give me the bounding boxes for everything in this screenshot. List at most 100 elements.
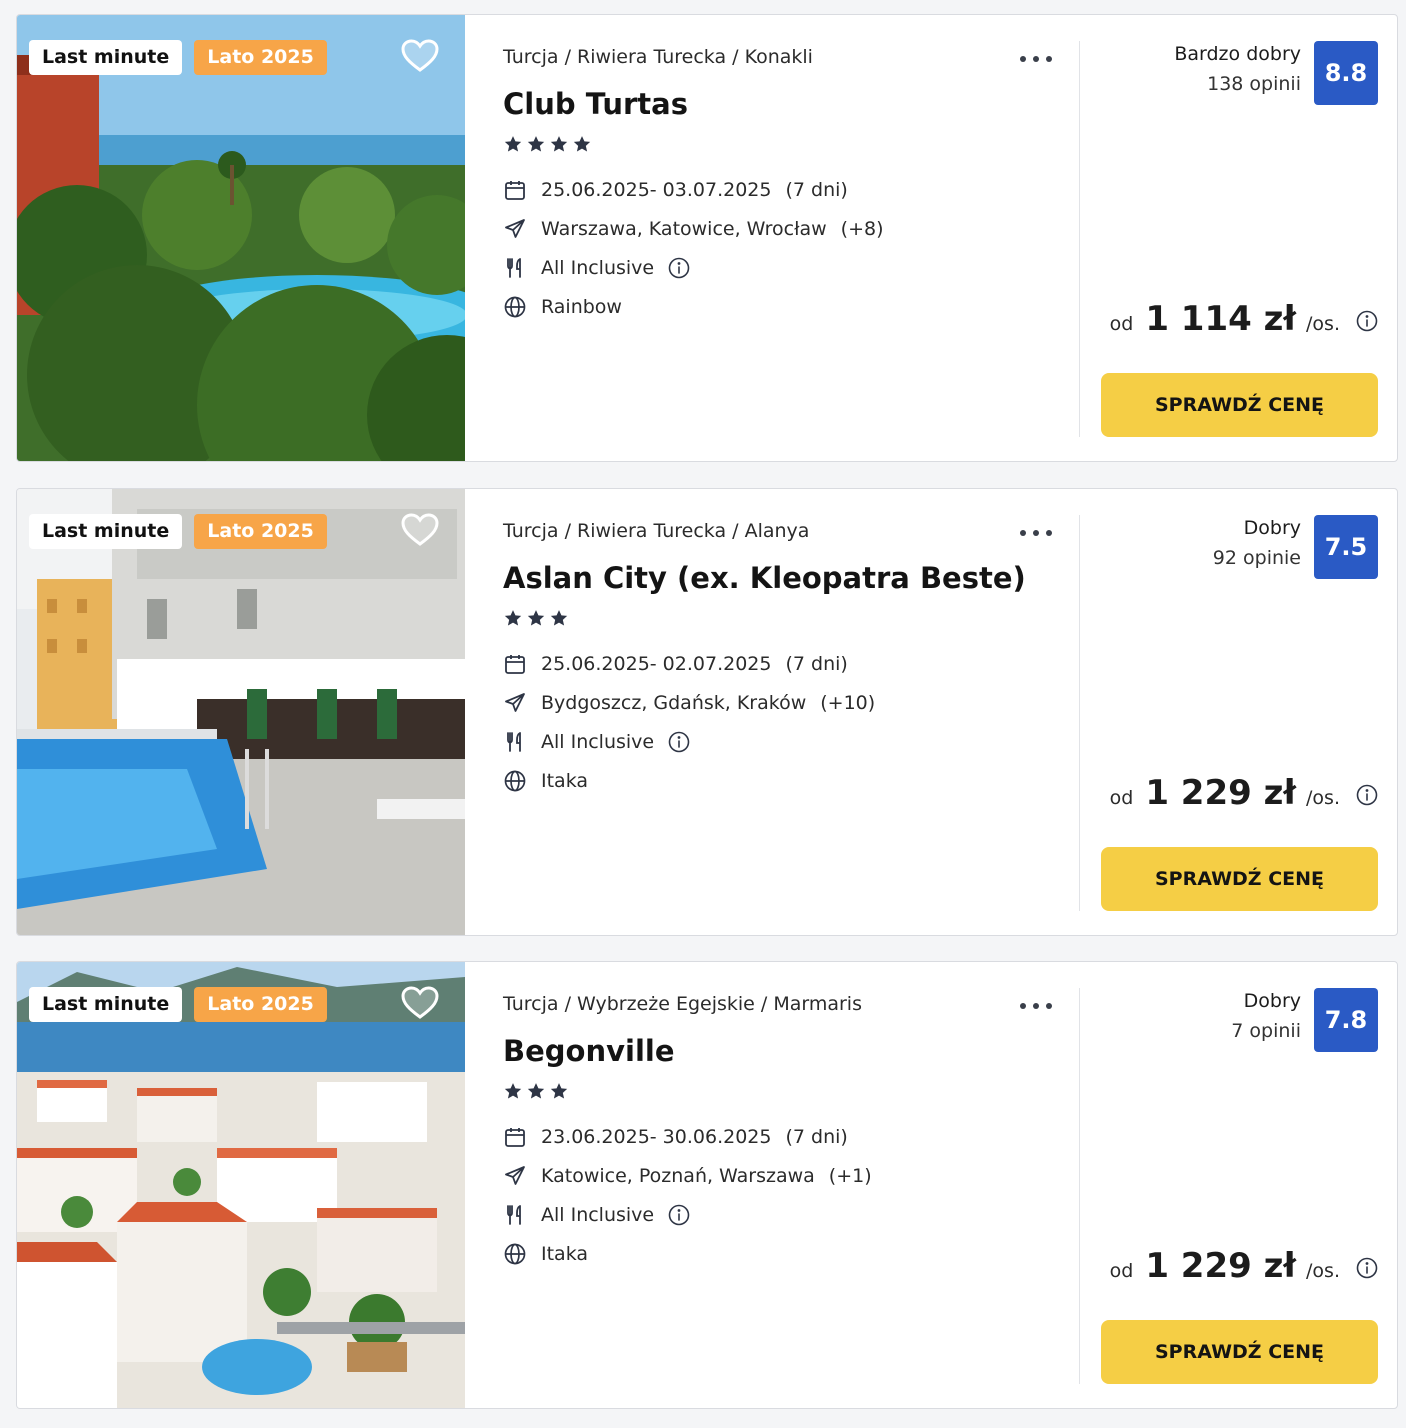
hotel-name[interactable]: Begonville [503,1034,675,1068]
more-dots-icon[interactable] [1018,994,1054,1016]
last-minute-badge: Last minute [29,987,183,1022]
info-icon[interactable] [668,257,690,279]
hotel-name[interactable]: Club Turtas [503,87,688,121]
departure-cities: Katowice, Poznań, Warszawa [541,1165,815,1187]
check-price-button[interactable]: SPRAWDŹ CENĘ [1101,1320,1378,1384]
globe-icon [503,769,527,793]
offer-card[interactable]: Last minute Lato 2025 Turcja / Wybrzeże … [16,961,1398,1409]
check-price-button[interactable]: SPRAWDŹ CENĘ [1101,373,1378,437]
cutlery-icon [503,730,527,754]
board-row: All Inclusive [503,1201,690,1229]
location-breadcrumb[interactable]: Turcja / Wybrzeże Egejskie / Marmaris [503,993,862,1015]
hotel-stars [503,134,592,156]
location-breadcrumb[interactable]: Turcja / Riwiera Turecka / Konakli [503,46,813,68]
offer-card[interactable]: Last minute Lato 2025 Turcja / Riwiera T… [16,488,1398,936]
trip-duration: (7 dni) [785,179,848,201]
star-icon [527,136,545,152]
star-icon [573,136,591,152]
plane-icon [503,1164,527,1188]
departure-cities: Warszawa, Katowice, Wrocław [541,218,827,240]
review-count[interactable]: 92 opinie [1213,547,1301,569]
hotel-photo[interactable]: Last minute Lato 2025 [17,489,465,935]
divider [1079,988,1080,1384]
last-minute-badge: Last minute [29,514,183,549]
info-icon[interactable] [668,731,690,753]
divider [1079,41,1080,437]
star-icon [504,1083,522,1099]
star-icon [550,136,568,152]
hotel-stars [503,608,569,630]
star-icon [550,1083,568,1099]
price: od 1 229 zł /os. [1110,773,1378,817]
board-row: All Inclusive [503,254,690,282]
price: od 1 114 zł /os. [1110,299,1378,343]
travel-dates: 25.06.2025- 03.07.2025 [541,179,772,201]
star-icon [527,1083,545,1099]
globe-icon [503,295,527,319]
tour-operator: Itaka [541,770,589,792]
departure-cities: Bydgoszcz, Gdańsk, Kraków [541,692,807,714]
tour-operator: Itaka [541,1243,589,1265]
departure-more-count[interactable]: (+10) [820,692,875,714]
departure-more-count[interactable]: (+1) [829,1165,872,1187]
price-suffix: /os. [1306,313,1340,335]
trip-duration: (7 dni) [785,1126,848,1148]
divider [1079,515,1080,911]
hotel-name[interactable]: Aslan City (ex. Kleopatra Beste) [503,561,1026,595]
board-row: All Inclusive [503,728,690,756]
departure-more-count[interactable]: (+8) [841,218,884,240]
travel-dates: 25.06.2025- 02.07.2025 [541,653,772,675]
star-icon [527,610,545,626]
more-dots-icon[interactable] [1018,521,1054,543]
rating-score: 7.8 [1314,988,1378,1052]
heart-icon[interactable] [401,986,439,1020]
price-suffix: /os. [1306,787,1340,809]
price-amount: 1 229 zł [1145,773,1297,813]
dates-row: 23.06.2025- 30.06.2025 (7 dni) [503,1123,848,1151]
star-icon [504,610,522,626]
rating-score: 8.8 [1314,41,1378,105]
price-amount: 1 114 zł [1145,299,1297,339]
rating-score: 7.5 [1314,515,1378,579]
star-icon [550,610,568,626]
price-panel: Dobry 7 opinii 7.8 od 1 229 zł /os. SPRA… [1101,962,1378,1408]
badge-group: Last minute Lato 2025 [29,514,327,549]
dates-row: 25.06.2025- 03.07.2025 (7 dni) [503,176,848,204]
info-icon[interactable] [1356,1257,1378,1279]
location-breadcrumb[interactable]: Turcja / Riwiera Turecka / Alanya [503,520,809,542]
hotel-photo[interactable]: Last minute Lato 2025 [17,15,465,461]
calendar-icon [503,1125,527,1149]
more-dots-icon[interactable] [1018,47,1054,69]
price-panel: Bardzo dobry 138 opinii 8.8 od 1 114 zł … [1101,15,1378,461]
season-badge: Lato 2025 [194,40,327,75]
review-count[interactable]: 7 opinii [1231,1020,1301,1042]
trip-duration: (7 dni) [785,653,848,675]
board-type: All Inclusive [541,1204,655,1226]
info-icon[interactable] [1356,784,1378,806]
heart-icon[interactable] [401,513,439,547]
check-price-button[interactable]: SPRAWDŹ CENĘ [1101,847,1378,911]
price-amount: 1 229 zł [1145,1246,1297,1286]
cutlery-icon [503,256,527,280]
badge-group: Last minute Lato 2025 [29,987,327,1022]
review-count[interactable]: 138 opinii [1207,73,1301,95]
operator-row: Rainbow [503,293,622,321]
price-prefix: od [1109,787,1134,809]
season-badge: Lato 2025 [194,987,327,1022]
heart-icon[interactable] [401,39,439,73]
hotel-photo[interactable]: Last minute Lato 2025 [17,962,465,1408]
plane-icon [503,691,527,715]
offer-details: Turcja / Riwiera Turecka / Alanya Aslan … [503,489,1079,935]
operator-row: Itaka [503,767,588,795]
plane-icon [503,217,527,241]
rating-label: Dobry [1243,990,1301,1012]
globe-icon [503,1242,527,1266]
offer-card[interactable]: Last minute Lato 2025 Turcja / Riwiera T… [16,14,1398,462]
info-icon[interactable] [668,1204,690,1226]
info-icon[interactable] [1356,310,1378,332]
board-type: All Inclusive [541,257,655,279]
offer-details: Turcja / Riwiera Turecka / Konakli Club … [503,15,1079,461]
rating-label: Bardzo dobry [1174,43,1301,65]
last-minute-badge: Last minute [29,40,183,75]
rating-label: Dobry [1243,517,1301,539]
